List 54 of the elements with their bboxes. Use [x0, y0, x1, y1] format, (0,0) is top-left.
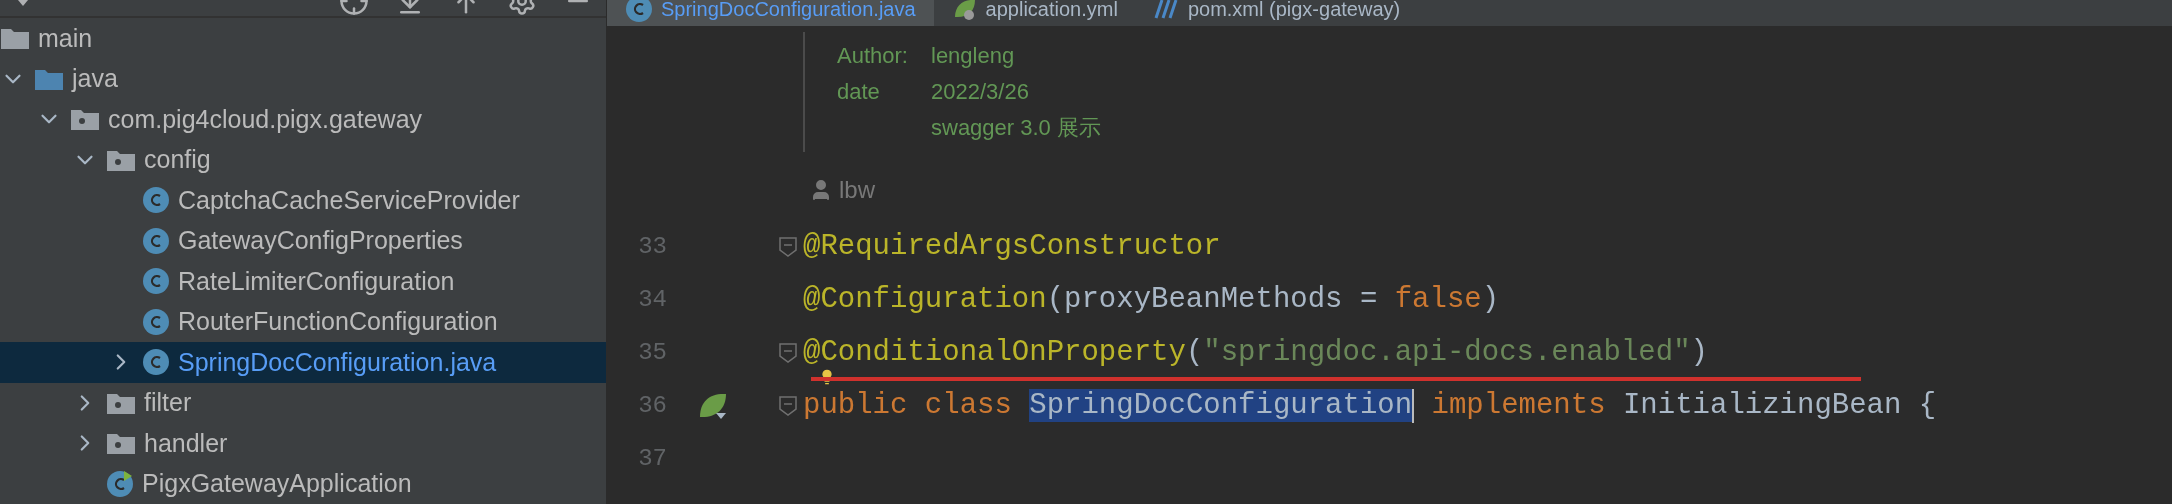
tree-item[interactable]: handler — [0, 423, 606, 464]
doc-value: lengleng — [931, 43, 1016, 69]
doc-value: 2022/3/26 — [931, 79, 1030, 105]
editor-tab[interactable]: application.yml — [933, 0, 1136, 26]
tree-item[interactable]: RouterFunctionConfiguration — [0, 301, 606, 342]
code-token: public class — [803, 389, 1013, 422]
class-icon — [142, 226, 170, 255]
doc-tag: Author: — [837, 43, 931, 69]
line-number: 37 — [637, 445, 667, 472]
line-number: 33 — [637, 233, 667, 260]
tree-item[interactable]: CaptchaCacheServiceProvider — [0, 180, 606, 221]
text-cursor — [1412, 388, 1415, 423]
tree-item[interactable]: PigxGatewayApplication — [0, 463, 606, 504]
code-token: implements — [1430, 389, 1607, 422]
code-author[interactable]: lbw — [839, 176, 875, 204]
line-number: 34 — [637, 286, 667, 313]
code-token: "springdoc.api-docs.enabled" — [1203, 336, 1691, 369]
tree-item[interactable]: com.pig4cloud.pigx.gateway — [0, 99, 606, 140]
line-number: 35 — [637, 339, 667, 366]
tree-item[interactable]: java — [0, 58, 606, 99]
class-icon — [625, 0, 653, 23]
tree-item[interactable]: config — [0, 139, 606, 180]
code-token: @ConditionalOnProperty — [803, 336, 1186, 369]
fold-marker-icon[interactable] — [779, 395, 797, 416]
tree-item[interactable]: GatewayConfigProperties — [0, 220, 606, 261]
tree-item[interactable]: main — [0, 18, 606, 59]
line-number: 36 — [637, 392, 667, 419]
code-token: false — [1394, 283, 1482, 316]
editor-tab[interactable]: SpringDocConfiguration.java — [607, 0, 934, 26]
code-token: (proxyBeanMethods = — [1046, 283, 1379, 316]
code-token: @Configuration — [803, 283, 1047, 316]
package-icon — [106, 431, 136, 456]
package-icon — [70, 107, 100, 132]
folder-icon — [0, 26, 30, 51]
doc-value: swagger 3.0 展示 — [931, 114, 1102, 142]
editor-tab[interactable]: pom.xml (pigx-gateway) — [1135, 0, 1419, 26]
class-icon — [142, 307, 170, 336]
application-class-icon — [106, 469, 134, 498]
code-token: ( — [1185, 336, 1204, 369]
fold-marker-icon[interactable] — [779, 236, 797, 257]
code-token: @RequiredArgsConstructor — [803, 230, 1221, 263]
class-icon — [142, 267, 170, 296]
class-icon — [142, 348, 170, 377]
fold-marker-icon[interactable] — [779, 342, 797, 363]
tree-item[interactable]: SpringDocConfiguration.java — [0, 342, 606, 383]
tree-item[interactable]: RateLimiterConfiguration — [0, 261, 606, 302]
code-token: InitializingBean { — [1622, 389, 1937, 422]
selected-code: SpringDocConfiguration — [1029, 389, 1413, 422]
doc-tag: date — [837, 79, 931, 105]
code-token: ) — [1690, 336, 1708, 369]
maven-icon — [1153, 0, 1180, 19]
code-token: ) — [1481, 283, 1500, 316]
class-icon — [142, 186, 170, 215]
tree-item[interactable]: filter — [0, 382, 606, 423]
